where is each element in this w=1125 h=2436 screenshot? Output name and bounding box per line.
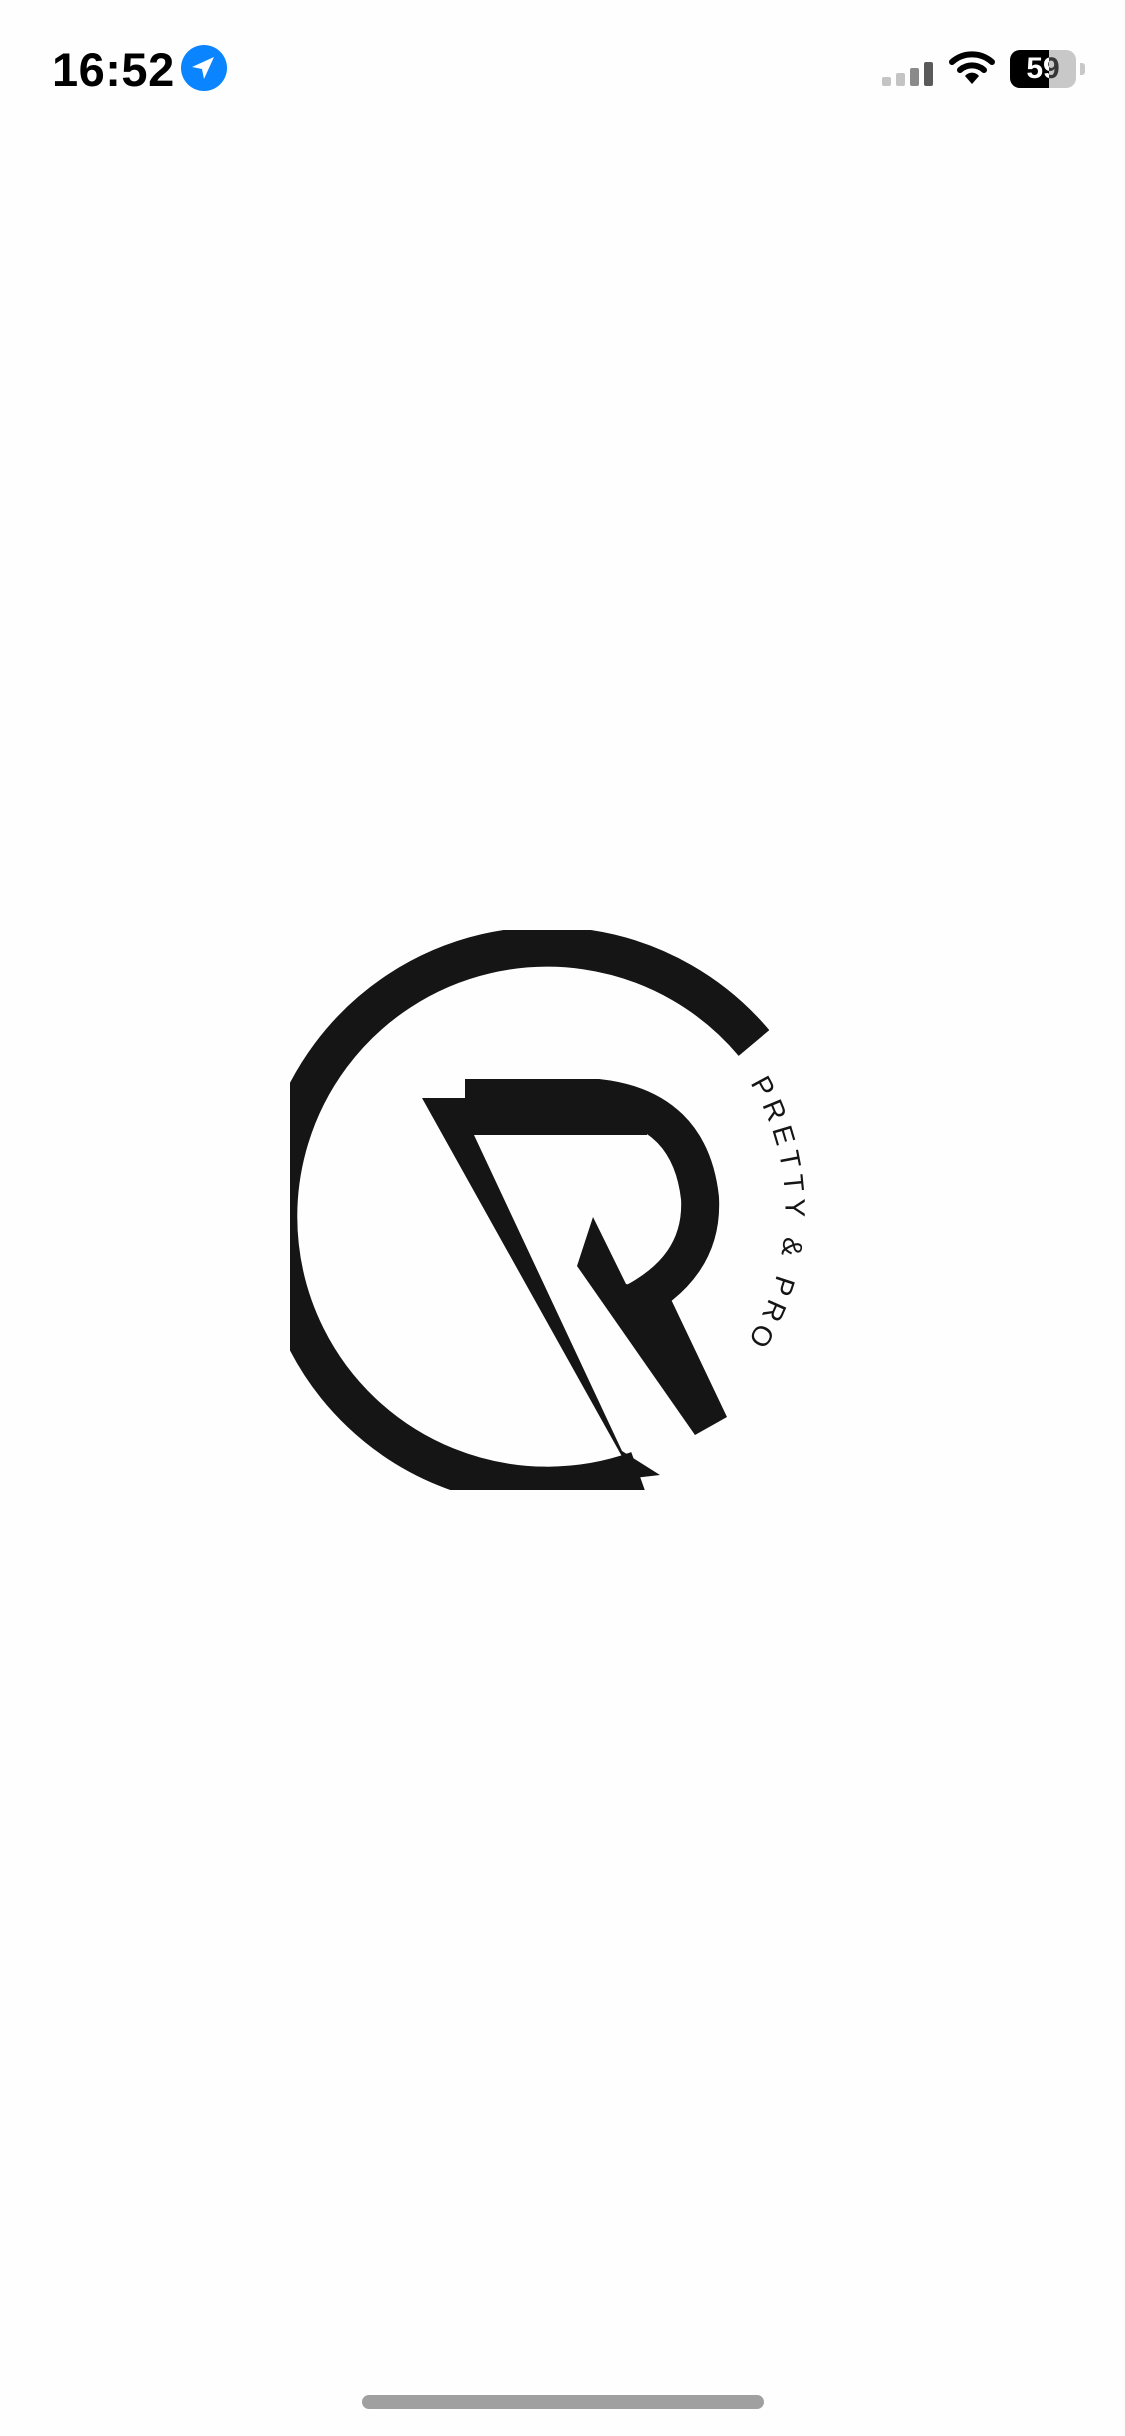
brand-logo: PRETTY & PROTECTIVE — [290, 930, 805, 1490]
battery-body: 59 — [1010, 50, 1076, 88]
location-arrow-icon — [181, 45, 227, 91]
cellular-signal-icon — [882, 62, 933, 86]
home-indicator[interactable] — [362, 2395, 764, 2409]
battery-level: 59 — [1026, 52, 1060, 85]
battery-tip — [1080, 63, 1085, 75]
status-time: 16:52 — [52, 43, 175, 96]
wifi-icon — [949, 51, 995, 84]
status-bar: 16:52 59 — [0, 0, 1125, 140]
battery-indicator: 59 — [1010, 50, 1086, 88]
